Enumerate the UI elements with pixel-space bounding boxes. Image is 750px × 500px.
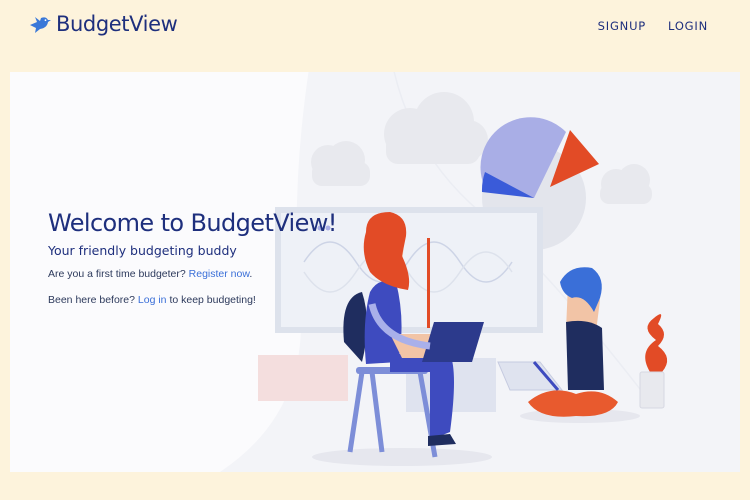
hero-text: Welcome to BudgetView! Your friendly bud… (48, 209, 348, 306)
page-subtitle: Your friendly budgeting buddy (48, 243, 237, 258)
welcome-card: Welcome to BudgetView! Your friendly bud… (10, 72, 740, 472)
page-title: Welcome to BudgetView! (48, 209, 337, 237)
bird-icon (30, 17, 51, 33)
nav-links: SIGNUP LOGIN (598, 19, 708, 33)
register-prompt-text: Are you a first time budgeter? (48, 268, 186, 280)
navbar: BudgetView SIGNUP LOGIN (0, 0, 750, 52)
login-prompt: Been here before? Log in to keep budgeti… (48, 294, 348, 306)
register-link[interactable]: Register now (189, 268, 250, 280)
login-prompt-suffix: to keep budgeting! (169, 294, 256, 306)
login-link[interactable]: LOGIN (668, 19, 708, 33)
login-prompt-text: Been here before? (48, 294, 135, 306)
brand-name: BudgetView (56, 12, 178, 36)
register-prompt-period: . (249, 268, 253, 280)
register-prompt: Are you a first time budgeter? Register … (48, 268, 348, 280)
login-inline-link[interactable]: Log in (138, 294, 167, 306)
signup-link[interactable]: SIGNUP (598, 19, 646, 33)
brand-link[interactable]: BudgetView (28, 12, 178, 36)
